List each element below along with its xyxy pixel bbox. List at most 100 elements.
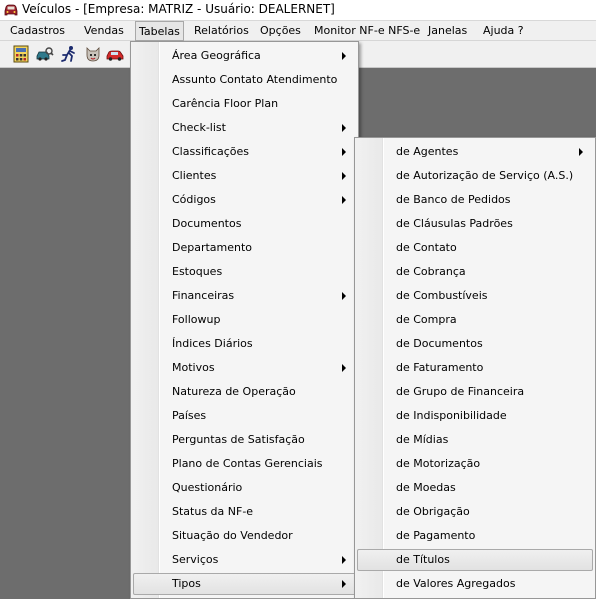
menu-item-label: Assunto Contato Atendimento — [172, 73, 338, 86]
window-title: Veículos - [Empresa: MATRIZ - Usuário: D… — [22, 2, 335, 16]
menu-item-label: de Contato — [396, 241, 457, 254]
menu-item-label: de Cobrança — [396, 265, 466, 278]
menu-item-label: Carência Floor Plan — [172, 97, 279, 110]
menu-cadastros[interactable]: Cadastros — [10, 24, 65, 38]
submenu-item-de-pagamento[interactable]: de Pagamento — [357, 525, 593, 547]
menu-item-clientes[interactable]: Clientes — [133, 165, 356, 187]
menu-item-financeiras[interactable]: Financeiras — [133, 285, 356, 307]
menu-item-label: de Moedas — [396, 481, 456, 494]
menu-item-label: Check-list — [172, 121, 226, 134]
menu-item-label: Tipos — [172, 577, 201, 590]
menu-item-carencia-floor-plan[interactable]: Carência Floor Plan — [133, 93, 356, 115]
submenu-arrow-icon — [579, 148, 583, 156]
submenu-item-de-valores-agregados[interactable]: de Valores Agregados — [357, 573, 593, 595]
submenu-item-de-banco-de-pedidos[interactable]: de Banco de Pedidos — [357, 189, 593, 211]
menu-item-departamento[interactable]: Departamento — [133, 237, 356, 259]
menu-item-label: de Compra — [396, 313, 457, 326]
submenu-item-de-documentos[interactable]: de Documentos — [357, 333, 593, 355]
submenu-item-de-titulos[interactable]: de Títulos — [357, 549, 593, 571]
dog-mascot-icon[interactable] — [84, 45, 102, 63]
submenu-item-de-agentes[interactable]: de Agentes — [357, 141, 593, 163]
menu-item-situacao-do-vendedor[interactable]: Situação do Vendedor — [133, 525, 356, 547]
menu-item-area-geografica[interactable]: Área Geográfica — [133, 45, 356, 67]
menu-item-label: Serviços — [172, 553, 219, 566]
menu-item-estoques[interactable]: Estoques — [133, 261, 356, 283]
menu-item-label: de Mídias — [396, 433, 449, 446]
submenu-item-de-grupo-de-financeira[interactable]: de Grupo de Financeira — [357, 381, 593, 403]
menu-item-documentos[interactable]: Documentos — [133, 213, 356, 235]
submenu-item-de-indisponibilidade[interactable]: de Indisponibilidade — [357, 405, 593, 427]
menu-item-label: de Motorização — [396, 457, 481, 470]
title-bar: Veículos - [Empresa: MATRIZ - Usuário: D… — [0, 0, 596, 21]
menu-item-label: Departamento — [172, 241, 253, 254]
submenu-item-de-contato[interactable]: de Contato — [357, 237, 593, 259]
menu-item-label: de Cláusulas Padrões — [396, 217, 513, 230]
submenu-item-de-combustiveis[interactable]: de Combustíveis — [357, 285, 593, 307]
submenu-arrow-icon — [342, 580, 346, 588]
menu-item-assunto-contato-atendimento[interactable]: Assunto Contato Atendimento — [133, 69, 356, 91]
tipos-submenu: de Agentes de Autorização de Serviço (A.S… — [354, 137, 596, 599]
menu-item-label: Países — [172, 409, 207, 422]
submenu-arrow-icon — [342, 172, 346, 180]
submenu-item-de-faturamento[interactable]: de Faturamento — [357, 357, 593, 379]
submenu-item-de-cobranca[interactable]: de Cobrança — [357, 261, 593, 283]
menu-relatorios[interactable]: Relatórios — [194, 24, 249, 38]
menu-item-label: de Autorização de Serviço (A.S.) — [396, 169, 574, 182]
menu-item-label: de Faturamento — [396, 361, 484, 374]
menu-item-motivos[interactable]: Motivos — [133, 357, 356, 379]
menu-item-label: Documentos — [172, 217, 242, 230]
menu-tabelas[interactable]: Tabelas — [135, 21, 184, 41]
running-person-icon[interactable] — [60, 45, 78, 63]
menu-item-label: Classificações — [172, 145, 249, 158]
menu-item-label: Clientes — [172, 169, 217, 182]
menu-item-label: Plano de Contas Gerenciais — [172, 457, 323, 470]
menu-opcoes[interactable]: Opções — [260, 24, 301, 38]
menu-item-label: de Banco de Pedidos — [396, 193, 511, 206]
tabelas-menu: Área Geográfica Assunto Contato Atendimen… — [130, 41, 359, 599]
calculator-icon[interactable] — [12, 45, 30, 63]
menu-item-label: Área Geográfica — [172, 49, 261, 62]
menu-item-check-list[interactable]: Check-list — [133, 117, 356, 139]
submenu-arrow-icon — [342, 148, 346, 156]
menu-item-label: Estoques — [172, 265, 223, 278]
menu-item-label: Questionário — [172, 481, 243, 494]
car-search-icon[interactable] — [36, 45, 54, 63]
menu-item-followup[interactable]: Followup — [133, 309, 356, 331]
menu-item-natureza-de-operacao[interactable]: Natureza de Operação — [133, 381, 356, 403]
menu-item-indices-diarios[interactable]: Índices Diários — [133, 333, 356, 355]
submenu-arrow-icon — [342, 196, 346, 204]
menu-item-status-da-nf-e[interactable]: Status da NF-e — [133, 501, 356, 523]
submenu-item-de-clausulas-padroes[interactable]: de Cláusulas Padrões — [357, 213, 593, 235]
menu-item-codigos[interactable]: Códigos — [133, 189, 356, 211]
menu-item-classificacoes[interactable]: Classificações — [133, 141, 356, 163]
menu-item-label: Status da NF-e — [172, 505, 254, 518]
menu-item-questionario[interactable]: Questionário — [133, 477, 356, 499]
submenu-item-de-midias[interactable]: de Mídias — [357, 429, 593, 451]
menu-item-label: de Grupo de Financeira — [396, 385, 525, 398]
menu-item-label: Códigos — [172, 193, 216, 206]
menu-vendas[interactable]: Vendas — [84, 24, 124, 38]
submenu-item-de-autorizacao-de-servico-a-s[interactable]: de Autorização de Serviço (A.S.) — [357, 165, 593, 187]
submenu-item-de-moedas[interactable]: de Moedas — [357, 477, 593, 499]
menu-item-perguntas-de-satisfacao[interactable]: Perguntas de Satisfação — [133, 429, 356, 451]
menu-monitor-nfe[interactable]: Monitor NF-e NFS-e — [314, 24, 420, 38]
submenu-item-de-motorizacao[interactable]: de Motorização — [357, 453, 593, 475]
menu-item-label: Situação do Vendedor — [172, 529, 293, 542]
menu-item-label: de Agentes — [396, 145, 459, 158]
submenu-arrow-icon — [342, 52, 346, 60]
menu-item-label: Financeiras — [172, 289, 235, 302]
menu-item-label: de Valores Agregados — [396, 577, 516, 590]
menu-item-label: Motivos — [172, 361, 215, 374]
menu-janelas[interactable]: Janelas — [428, 24, 467, 38]
menu-ajuda[interactable]: Ajuda ? — [483, 24, 524, 38]
menu-item-tipos[interactable]: Tipos — [133, 573, 356, 595]
submenu-arrow-icon — [342, 124, 346, 132]
submenu-item-de-obrigacao[interactable]: de Obrigação — [357, 501, 593, 523]
menu-bar: Cadastros Vendas Tabelas Relatórios Opçõ… — [0, 21, 596, 41]
menu-item-paises[interactable]: Países — [133, 405, 356, 427]
submenu-item-de-compra[interactable]: de Compra — [357, 309, 593, 331]
menu-item-label: Índices Diários — [172, 337, 253, 350]
red-car-icon[interactable] — [106, 45, 124, 63]
menu-item-plano-de-contas-gerenciais[interactable]: Plano de Contas Gerenciais — [133, 453, 356, 475]
menu-item-servicos[interactable]: Serviços — [133, 549, 356, 571]
